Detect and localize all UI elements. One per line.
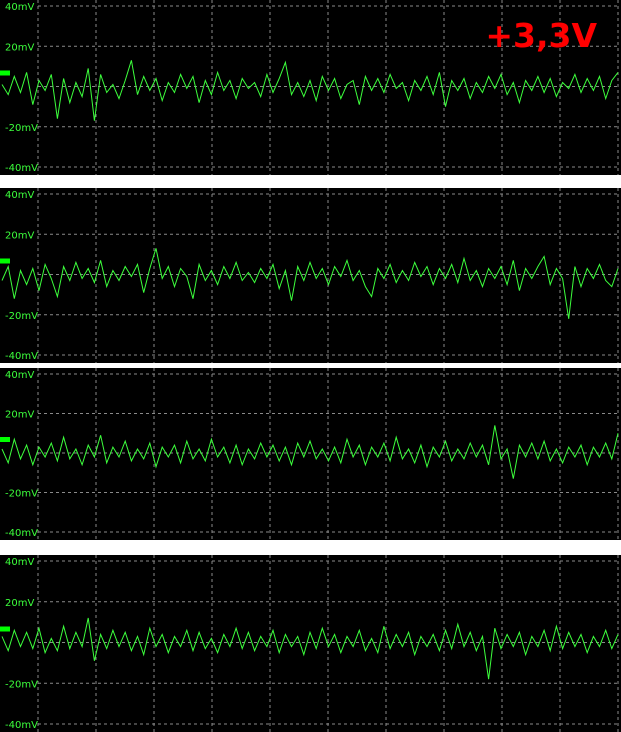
scope-panel-3: 40mV 20mV -20mV -40mV (0, 368, 621, 540)
y-tick-label: -40mV (5, 720, 38, 731)
signal-trace (1, 248, 619, 319)
y-tick-label: -20mV (5, 489, 38, 500)
channel-ground-marker (0, 258, 10, 264)
voltage-rail-label: +3,3V (485, 16, 597, 55)
y-tick-label: -40mV (5, 163, 38, 174)
scope-plot: 40mV 20mV -20mV -40mV (0, 368, 619, 540)
signal-trace (1, 60, 619, 121)
y-tick-label: 40mV (5, 370, 34, 381)
y-tick-label: 40mV (5, 190, 34, 201)
y-tick-label: 40mV (5, 557, 34, 568)
signal-trace (1, 617, 619, 680)
y-tick-label: 20mV (5, 410, 34, 421)
scope-plot: 40mV 20mV -20mV -40mV (0, 555, 619, 732)
channel-ground-marker (0, 437, 10, 442)
y-tick-label: 20mV (5, 42, 34, 53)
scope-panel-4: 40mV 20mV -20mV -40mV (0, 555, 621, 732)
y-tick-label: 20mV (5, 230, 34, 241)
y-tick-label: -20mV (5, 123, 38, 134)
y-tick-label: 20mV (5, 598, 34, 609)
scope-plot: 40mV 20mV -20mV -40mV (0, 188, 619, 363)
y-tick-label: -40mV (5, 528, 38, 539)
signal-trace (1, 425, 619, 479)
y-tick-label: -20mV (5, 679, 38, 690)
y-tick-label: 40mV (5, 2, 34, 13)
y-tick-label: -20mV (5, 311, 38, 322)
scope-panel-2: 40mV 20mV -20mV -40mV (0, 188, 621, 363)
y-tick-label: -40mV (5, 351, 38, 362)
channel-ground-marker (0, 70, 10, 76)
channel-ground-marker (0, 626, 10, 632)
